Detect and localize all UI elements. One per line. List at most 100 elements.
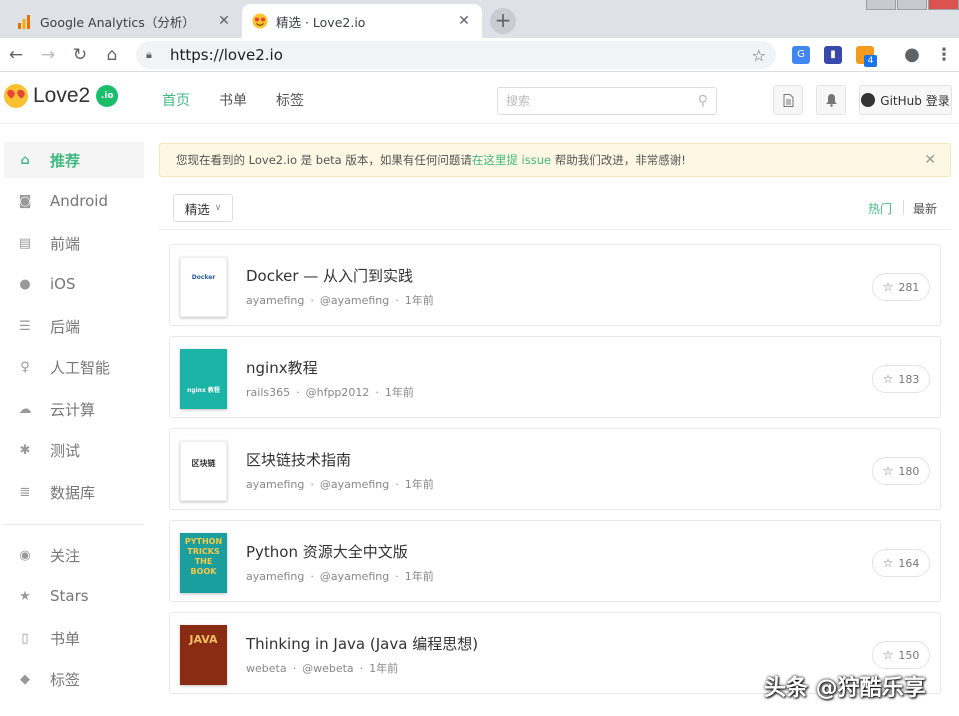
sidebar-item-ios[interactable]: ● iOS — [4, 266, 144, 302]
new-tab-button[interactable]: + — [490, 8, 516, 34]
star-outline-icon: ☆ — [882, 280, 894, 294]
cover-text: PYTHON TRICKS THE BOOK — [184, 537, 223, 576]
sidebar-item-recommend[interactable]: ⌂ 推荐 — [4, 142, 144, 178]
home-icon[interactable]: ⌂ — [100, 43, 124, 67]
bug-icon: ✱ — [19, 442, 31, 458]
forward-arrow-icon[interactable]: → — [36, 43, 60, 67]
book-handle[interactable]: @ayamefing — [320, 570, 389, 583]
filter-dropdown[interactable]: 精选 ∨ — [173, 194, 233, 222]
book-handle[interactable]: @ayamefing — [320, 478, 389, 491]
close-tab-icon[interactable]: ✕ — [216, 13, 232, 29]
server-icon: ☰ — [19, 318, 31, 334]
cover-text: JAVA — [189, 633, 218, 646]
book-title[interactable]: Python 资源大全中文版 — [246, 541, 408, 562]
book-author[interactable]: ayamefing — [246, 478, 304, 491]
address-bar[interactable]: 🔒︎ https://love2.io ☆ — [136, 41, 776, 69]
sidebar-item-testing[interactable]: ✱ 测试 — [4, 432, 144, 468]
star-button[interactable]: ☆ 150 — [872, 641, 930, 669]
star-outline-icon: ☆ — [882, 372, 894, 386]
close-notice-icon[interactable]: ✕ — [924, 152, 936, 168]
sidebar-item-label: 书单 — [50, 629, 81, 648]
sidebar-item-tags[interactable]: ◆ 标签 — [4, 661, 144, 697]
maximize-window-button[interactable] — [897, 0, 927, 10]
search-box: ⚲ — [497, 87, 717, 115]
analytics-icon — [16, 13, 32, 29]
star-outline-icon: ☆ — [882, 556, 894, 570]
html5-icon: ▤ — [18, 235, 32, 251]
bookmark-star-icon[interactable]: ☆ — [752, 46, 766, 65]
browser-tab-love2[interactable]: 精选 · Love2.io ✕ — [242, 4, 482, 38]
sidebar-item-following[interactable]: ◉ 关注 — [4, 537, 144, 573]
star-outline-icon: ☆ — [882, 464, 894, 478]
book-author[interactable]: webeta — [246, 662, 287, 675]
book-title[interactable]: Thinking in Java (Java 编程思想) — [246, 633, 478, 654]
book-title[interactable]: 区块链技术指南 — [246, 449, 351, 470]
sort-latest[interactable]: 最新 — [913, 200, 937, 217]
sidebar-item-stars[interactable]: ★ Stars — [4, 578, 144, 614]
nav-tags[interactable]: 标签 — [276, 90, 304, 110]
browser-tab-analytics[interactable]: Google Analytics（分析） ✕ — [6, 4, 242, 38]
tab-title: 精选 · Love2.io — [276, 14, 366, 30]
notifications-button[interactable] — [816, 85, 846, 115]
book-author[interactable]: ayamefing — [246, 294, 304, 307]
github-login-button[interactable]: GitHub 登录 — [859, 85, 952, 115]
close-window-button[interactable] — [928, 0, 959, 10]
notice-text-before: 您现在看到的 Love2.io 是 beta 版本，如果有任何问题请 — [176, 153, 472, 167]
book-handle[interactable]: @hfpp2012 — [306, 386, 370, 399]
nav-booklists[interactable]: 书单 — [219, 90, 247, 110]
extension-icon[interactable]: ▮ — [824, 46, 842, 64]
search-input[interactable] — [506, 94, 698, 108]
book-title[interactable]: Docker — 从入门到实践 — [246, 265, 413, 286]
sidebar-item-android[interactable]: ◙ Android — [4, 183, 144, 219]
sidebar-item-frontend[interactable]: ▤ 前端 — [4, 225, 144, 261]
sidebar-item-cloud[interactable]: ☁ 云计算 — [4, 391, 144, 427]
github-icon — [861, 93, 876, 107]
nav-home[interactable]: 首页 — [162, 90, 190, 110]
sidebar-item-label: 后端 — [50, 317, 81, 336]
book-card[interactable]: Docker Docker — 从入门到实践 ayamefing · @ayamef… — [169, 244, 941, 326]
star-button[interactable]: ☆ 180 — [872, 457, 930, 485]
book-card[interactable]: PYTHON TRICKS THE BOOK Python 资源大全中文版 ay… — [169, 520, 941, 602]
book-cover: nginx 教程 — [180, 349, 227, 409]
book-title[interactable]: nginx教程 — [246, 357, 318, 378]
url-text[interactable]: https://love2.io — [170, 46, 752, 64]
sidebar-item-ai[interactable]: ♀ 人工智能 — [4, 349, 144, 385]
minimize-window-button[interactable] — [866, 0, 896, 10]
sidebar-item-database[interactable]: ≣ 数据库 — [4, 474, 144, 510]
star-button[interactable]: ☆ 281 — [872, 273, 930, 301]
star-count: 183 — [898, 372, 920, 386]
profile-avatar-icon[interactable]: ● — [900, 43, 924, 67]
star-count: 150 — [898, 648, 920, 662]
filter-selected: 精选 — [184, 201, 210, 217]
star-button[interactable]: ☆ 183 — [872, 365, 930, 393]
love-face-icon — [4, 84, 28, 108]
close-tab-icon[interactable]: ✕ — [456, 13, 472, 29]
extension-badge: 4 — [864, 55, 877, 67]
browser-toolbar: ← → ↻ ⌂ 🔒︎ https://love2.io ☆ G ▮ 4 ● ⋮ — [0, 38, 959, 72]
issue-link[interactable]: 在这里提 issue — [472, 153, 551, 167]
search-icon[interactable]: ⚲ — [698, 93, 708, 109]
book-author[interactable]: rails365 — [246, 386, 290, 399]
book-card[interactable]: 区块链 区块链技术指南 ayamefing · @ayamefing · 1年前 ☆ 18… — [169, 428, 941, 510]
star-button[interactable]: ☆ 164 — [872, 549, 930, 577]
site-logo[interactable]: Love2 .io — [4, 84, 119, 108]
translate-extension-icon[interactable]: G — [792, 46, 810, 64]
book-meta: webeta · @webeta · 1年前 — [246, 662, 399, 675]
star-outline-icon: ☆ — [882, 648, 894, 662]
book-handle[interactable]: @webeta — [302, 662, 354, 675]
document-button[interactable] — [773, 85, 803, 115]
reload-icon[interactable]: ↻ — [68, 43, 92, 67]
back-arrow-icon[interactable]: ← — [4, 43, 28, 67]
sidebar-item-label: Android — [50, 192, 108, 210]
book-card[interactable]: nginx 教程 nginx教程 rails365 · @hfpp2012 · 1年前 … — [169, 336, 941, 418]
sidebar-item-backend[interactable]: ☰ 后端 — [4, 308, 144, 344]
rss-extension-icon[interactable]: 4 — [856, 46, 877, 67]
menu-kebab-icon[interactable]: ⋮ — [932, 43, 956, 67]
tab-title: Google Analytics（分析） — [40, 14, 195, 30]
sort-hot[interactable]: 热门 — [868, 200, 892, 217]
book-author[interactable]: ayamefing — [246, 570, 304, 583]
book-handle[interactable]: @ayamefing — [320, 294, 389, 307]
tag-icon: ◆ — [20, 671, 30, 687]
cover-text: 区块链 — [191, 459, 216, 468]
sidebar-item-booklists[interactable]: ▯ 书单 — [4, 620, 144, 656]
